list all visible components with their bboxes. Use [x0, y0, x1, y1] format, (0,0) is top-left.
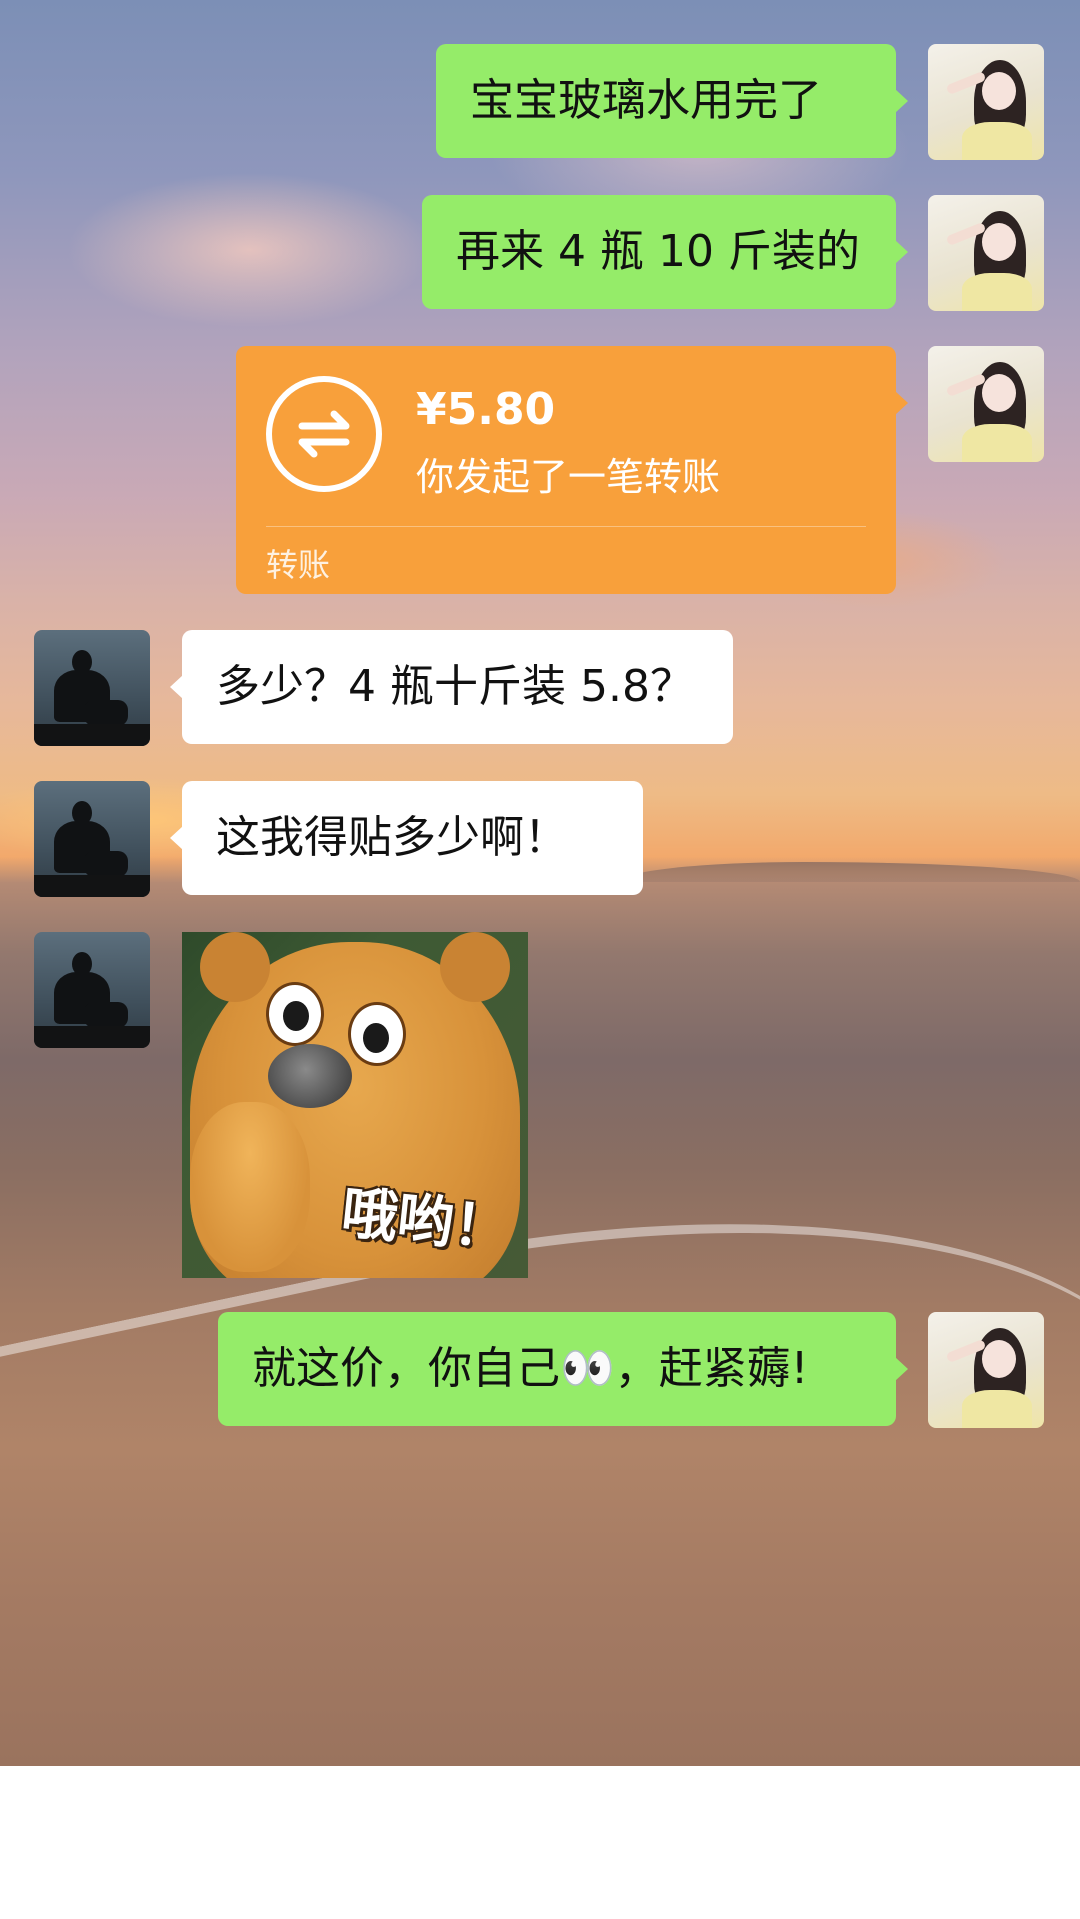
- message-text: 再来 4 瓶 10 斤装的: [456, 226, 860, 277]
- message-bubble-sent[interactable]: 就这价，你自己👀，赶紧薅!: [218, 1312, 908, 1426]
- message-text: 多少？4 瓶十斤装 5.8？: [216, 661, 694, 712]
- message-text: 就这价，你自己👀，赶紧薅!: [252, 1343, 809, 1394]
- message-text: 这我得贴多少啊！: [216, 812, 568, 863]
- my-avatar[interactable]: [928, 1312, 1044, 1428]
- transfer-description: 你发起了一笔转账: [416, 455, 721, 499]
- message-bubble-sent[interactable]: 宝宝玻璃水用完了: [436, 44, 908, 158]
- contact-avatar[interactable]: [34, 932, 150, 1048]
- sticker-message[interactable]: 哦哟！: [182, 932, 528, 1278]
- my-avatar[interactable]: [928, 346, 1044, 462]
- message-bubble-received[interactable]: 这我得贴多少啊！: [170, 781, 643, 895]
- message-bubble-sent[interactable]: 再来 4 瓶 10 斤装的: [422, 195, 908, 309]
- transfer-card[interactable]: ¥5.80 你发起了一笔转账 转账: [236, 346, 908, 594]
- contact-avatar[interactable]: [34, 781, 150, 897]
- my-avatar[interactable]: [928, 195, 1044, 311]
- message-text: 宝宝玻璃水用完了: [470, 75, 822, 126]
- contact-avatar[interactable]: [34, 630, 150, 746]
- transfer-arrows-icon: [266, 376, 382, 492]
- my-avatar[interactable]: [928, 44, 1044, 160]
- transfer-label: 转账: [266, 546, 331, 584]
- message-bubble-received[interactable]: 多少？4 瓶十斤装 5.8？: [170, 630, 733, 744]
- sticker-caption: 哦哟！: [338, 1180, 513, 1263]
- transfer-amount: ¥5.80: [416, 384, 556, 435]
- transfer-divider: [266, 526, 866, 527]
